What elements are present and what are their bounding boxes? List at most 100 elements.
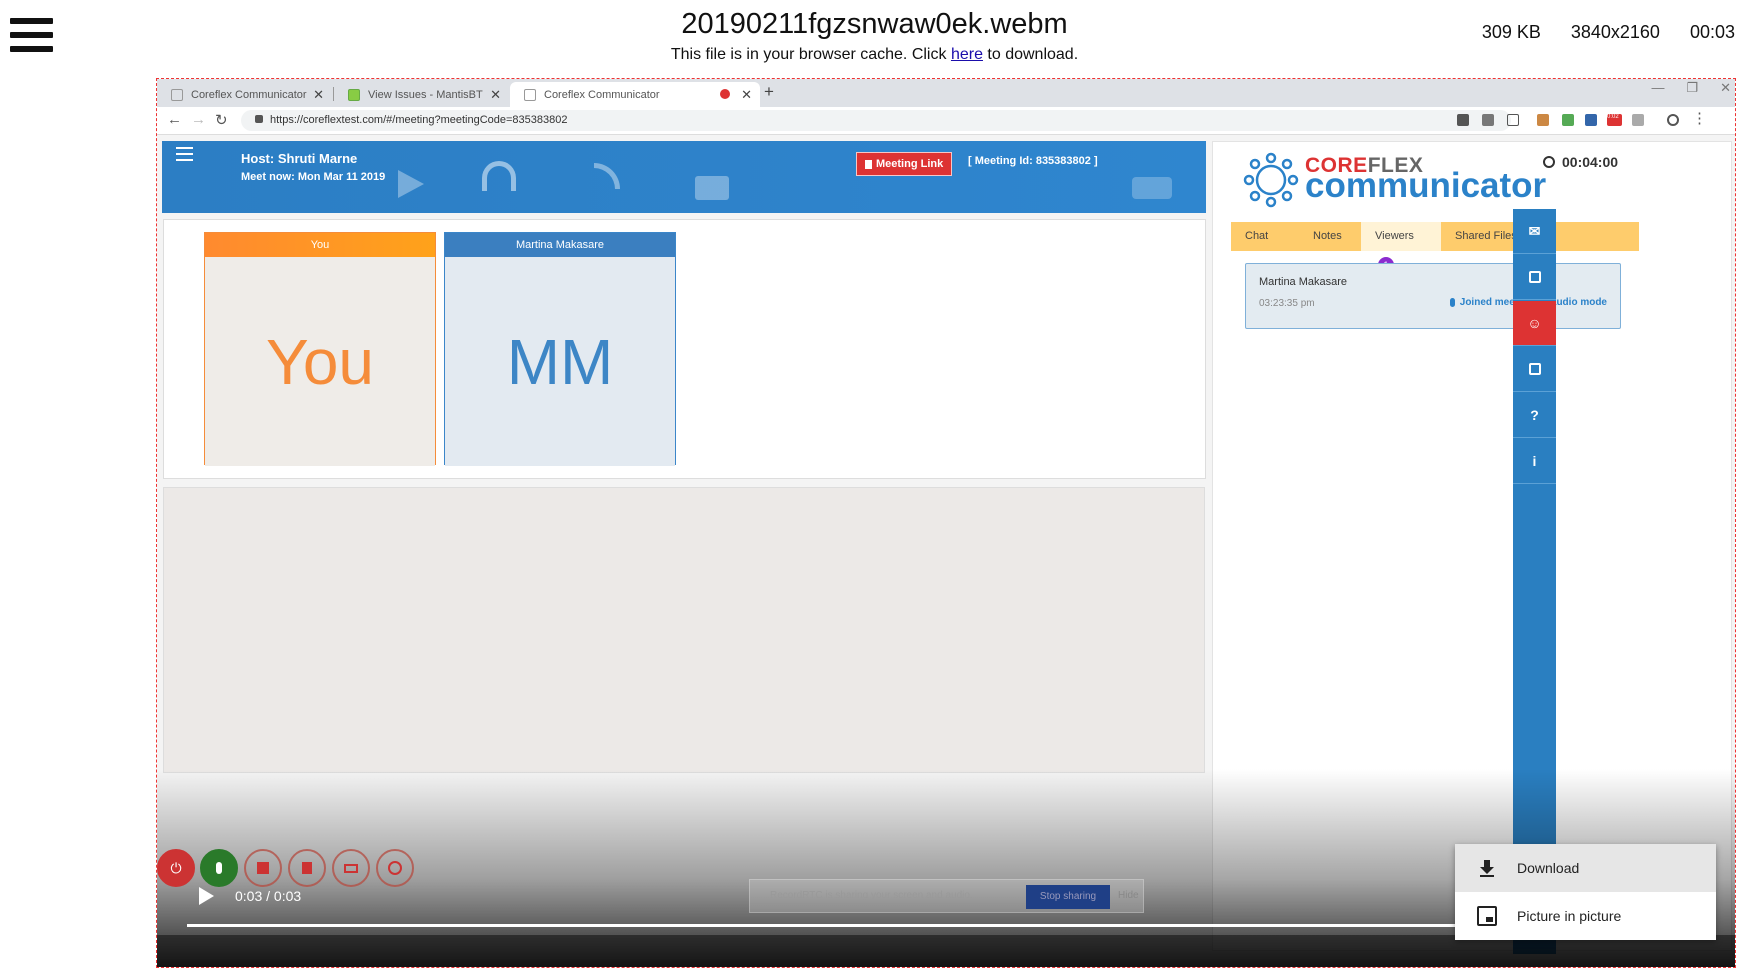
reload-icon[interactable]: ↻ (215, 111, 228, 129)
file-duration: 00:03 (1689, 22, 1735, 42)
file-resolution: 3840x2160 (1570, 22, 1660, 42)
picture-in-picture-icon (1477, 906, 1497, 926)
camera-icon[interactable] (1457, 114, 1469, 126)
restore-icon[interactable]: ❐ (1686, 80, 1698, 96)
stop-icon (257, 862, 269, 874)
stop-button[interactable] (244, 849, 282, 887)
monitor-icon (344, 863, 358, 873)
page-icon (171, 88, 183, 101)
document-icon (302, 862, 312, 874)
meeting-id: [ Meeting Id: 835383802 ] (968, 155, 1098, 167)
player-overflow-menu: Download Picture in picture (1455, 844, 1716, 940)
profile-icon[interactable] (1667, 114, 1679, 126)
shared-screen-area (163, 487, 1205, 773)
tile-title: Martina Makasare (445, 233, 675, 257)
tile-initials: MM (445, 257, 675, 466)
picture-in-picture-menu-item[interactable]: Picture in picture (1455, 892, 1716, 940)
mail-icon (695, 176, 729, 200)
new-tab-icon[interactable]: + (764, 82, 774, 102)
document-icon (865, 159, 872, 169)
mic-button[interactable] (200, 849, 238, 887)
play-icon (398, 170, 424, 198)
viewer-card: Martina Makasare 03:23:35 pm Joined meet… (1245, 263, 1621, 329)
hide-button[interactable]: Hide (1118, 890, 1139, 901)
browser-tab-active[interactable]: Coreflex Communicator ✕ (510, 82, 760, 107)
url-field[interactable]: https://coreflextest.com/#/meeting?meeti… (241, 110, 1511, 131)
key-icon[interactable] (1482, 114, 1494, 126)
close-window-icon[interactable]: ✕ (1720, 80, 1731, 96)
document-button[interactable] (288, 849, 326, 887)
meeting-timer: 00:04:00 (1543, 154, 1618, 170)
mantis-icon (348, 88, 360, 101)
recording-dot-icon (720, 89, 730, 99)
meeting-link-button[interactable]: Meeting Link (856, 152, 953, 176)
extension-icon[interactable] (1585, 114, 1597, 126)
video-frame: Coreflex Communicator ✕ View Issues - Man… (156, 78, 1736, 968)
clock-icon (1543, 156, 1555, 168)
tab-viewers[interactable]: Viewers1 (1361, 222, 1441, 273)
microphone-icon (216, 862, 222, 874)
viewer-name: Martina Makasare (1259, 276, 1348, 288)
screen-share-button[interactable] (332, 849, 370, 887)
extension-icon[interactable] (1562, 114, 1574, 126)
download-here-link[interactable]: here (951, 46, 983, 63)
extension-icon[interactable] (1537, 114, 1549, 126)
cache-notice: This file is in your browser cache. Clic… (670, 46, 1079, 63)
window-controls: — ❐ ✕ (1651, 80, 1731, 96)
close-tab-icon[interactable]: ✕ (490, 87, 501, 103)
headset-icon (482, 161, 516, 191)
panel-tabs: Chat Notes Viewers1 Shared Files (1231, 222, 1639, 273)
chat-bubble-icon (1132, 177, 1172, 199)
viewers-icon[interactable]: ☺ (1513, 301, 1556, 346)
close-tab-icon[interactable]: ✕ (313, 87, 324, 103)
block-button[interactable] (376, 849, 414, 887)
tab-chat[interactable]: Chat (1231, 222, 1306, 251)
download-icon (1477, 858, 1497, 878)
extension-icon[interactable] (1632, 114, 1644, 126)
stop-sharing-button[interactable]: Stop sharing (1026, 885, 1110, 909)
back-icon[interactable]: ← (167, 111, 182, 128)
file-meta: 309 KB 3840x2160 00:03 (1482, 22, 1735, 43)
recorder-extension-icon[interactable]: 0:02 (1607, 114, 1622, 126)
power-icon: ⏻ (170, 859, 182, 876)
menu-icon[interactable] (176, 147, 193, 165)
coreflex-logo-icon (1243, 152, 1299, 208)
tile-initials: You (205, 257, 435, 466)
browser-tab-bar: Coreflex Communicator ✕ View Issues - Man… (157, 79, 1735, 107)
participant-tile-you[interactable]: You You (204, 232, 436, 466)
page-icon (524, 88, 536, 101)
notes-icon[interactable] (1513, 255, 1556, 300)
recordrtc-share-bar: RecordRTC is sharing your screen and aud… (749, 879, 1144, 913)
chat-icon[interactable]: ✉ (1513, 209, 1556, 254)
browser-tab[interactable]: Coreflex Communicator ✕ (157, 82, 332, 107)
brand-bottom: communicator (1305, 166, 1547, 205)
download-menu-item[interactable]: Download (1455, 844, 1716, 892)
forward-icon[interactable]: → (191, 111, 206, 128)
time-code: 0:03 / 0:03 (235, 888, 302, 904)
tile-title: You (205, 233, 435, 257)
meeting-banner: Host: Shruti Marne Meet now: Mon Mar 11 … (162, 141, 1206, 213)
lock-icon (255, 115, 263, 123)
browser-tab[interactable]: View Issues - MantisBT ✕ (334, 82, 509, 107)
browser-menu-icon[interactable]: ⋮ (1692, 109, 1707, 127)
viewer-header: 20190211fgzsnwaw0ek.webm This file is in… (0, 0, 1749, 78)
files-icon[interactable] (1513, 347, 1556, 392)
host-name: Host: Shruti Marne (241, 151, 358, 166)
help-icon[interactable]: ? (1513, 393, 1556, 438)
participant-tiles: You You Martina Makasare MM (163, 219, 1206, 479)
close-tab-icon[interactable]: ✕ (741, 87, 752, 103)
participant-tile-martina[interactable]: Martina Makasare MM (444, 232, 676, 466)
address-bar-row: ← → ↻ https://coreflextest.com/#/meeting… (157, 107, 1735, 135)
file-size: 309 KB (1481, 22, 1541, 42)
microphone-icon (1449, 298, 1455, 307)
block-icon (388, 861, 402, 875)
info-icon[interactable]: i (1513, 439, 1556, 484)
wifi-icon (594, 163, 620, 189)
viewer-time: 03:23:35 pm (1259, 298, 1315, 309)
minimize-icon[interactable]: — (1651, 80, 1664, 96)
power-button[interactable]: ⏻ (157, 849, 195, 887)
play-button[interactable] (199, 887, 214, 905)
star-icon[interactable] (1507, 114, 1519, 126)
meet-date: Meet now: Mon Mar 11 2019 (241, 171, 386, 183)
share-notice: RecordRTC is sharing your screen and aud… (770, 890, 973, 901)
